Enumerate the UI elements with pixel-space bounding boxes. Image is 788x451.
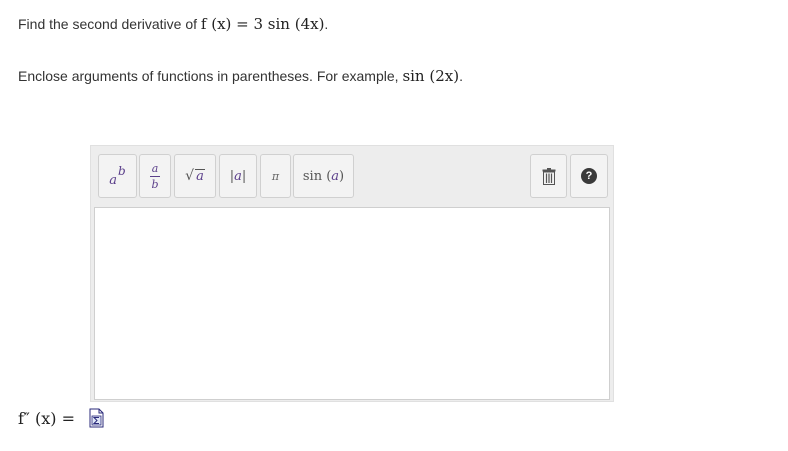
trash-icon [542,167,555,185]
answer-label: f″ (x) = [18,404,75,432]
question-suffix: . [324,16,329,32]
instruction-example: sin (2x) [402,67,460,85]
sqrt-icon: √ [185,168,195,184]
fraction-numerator: a [151,161,159,175]
help-button[interactable]: ? [570,154,608,198]
sin-fn: sin [302,168,323,184]
math-input-area[interactable] [94,207,610,400]
instruction-suffix: . [459,68,463,84]
question-prefix: Find the second derivative of [18,16,201,32]
sin-close: ) [339,168,345,184]
abs-button[interactable]: |a| [219,154,257,198]
abs-icon: |a| [230,169,247,184]
help-icon: ? [581,168,597,184]
formula-editor-icon[interactable] [89,408,104,428]
power-base: a [109,172,118,188]
sqrt-button[interactable]: √ a [174,154,216,198]
instruction-text: Enclose arguments of functions in parent… [18,66,463,86]
power-button[interactable]: ab [98,154,137,198]
fraction-bar [150,175,160,177]
abs-right-bar: | [241,168,247,184]
sin-button[interactable]: sin (a) [293,154,354,198]
pi-button[interactable]: π [260,154,291,198]
question-text: Find the second derivative of f (x) = 3 … [18,14,328,34]
fraction-icon: a b [150,163,160,190]
power-exponent: b [118,164,126,178]
instruction-prefix: Enclose arguments of functions in parent… [18,68,403,84]
trash-button[interactable] [530,154,567,198]
pi-icon: π [271,169,280,183]
fraction-button[interactable]: a b [139,154,171,198]
sqrt-radicand: a [195,169,205,184]
abs-inner: a [234,168,242,184]
fraction-denominator: b [151,177,159,191]
math-editor: ab a b √ a |a| π sin (a) ? [90,145,614,402]
sin-arg: a [331,168,340,184]
sin-icon: sin (a) [303,169,344,184]
math-toolbar: ab a b √ a |a| π sin (a) ? [91,146,613,206]
question-function: f (x) = 3 sin (4x) [200,15,325,33]
answer-label-math: f″ (x) = [18,408,75,428]
